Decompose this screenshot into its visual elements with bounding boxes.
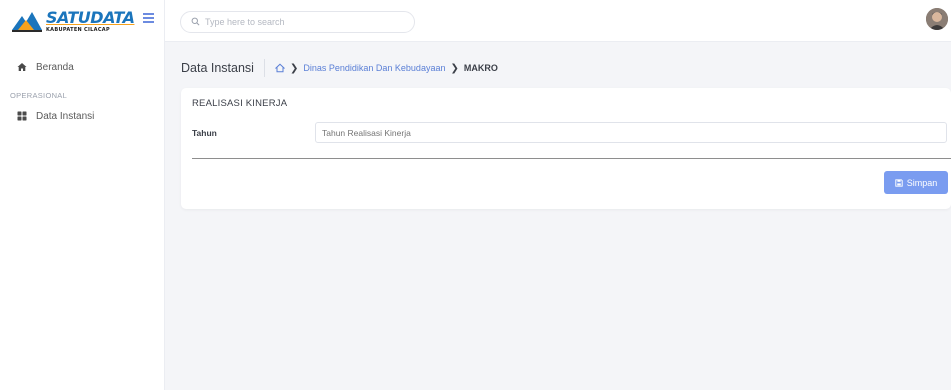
tahun-input[interactable]	[315, 122, 947, 143]
sidebar: SATUDATA KABUPATEN CILACAP Beranda OPERA…	[0, 0, 165, 390]
logo-main-text: SATUDATA	[46, 7, 135, 27]
breadcrumb-divider	[263, 59, 265, 77]
save-button[interactable]: Simpan	[884, 171, 948, 194]
avatar[interactable]	[926, 8, 948, 30]
sidebar-item-label: Data Instansi	[36, 110, 95, 122]
search-input[interactable]	[205, 17, 405, 27]
tahun-label: Tahun	[192, 128, 217, 138]
search-icon	[191, 13, 200, 31]
sidebar-section-label: OPERASIONAL	[10, 91, 68, 100]
sidebar-item-data-instansi[interactable]: Data Instansi	[0, 106, 164, 126]
page-title: Data Instansi	[181, 61, 254, 75]
breadcrumb-current: MAKRO	[463, 63, 498, 73]
sidebar-item-label: Beranda	[36, 61, 74, 73]
divider	[192, 158, 951, 159]
breadcrumb: Data Instansi ❯ Dinas Pendidikan Dan Keb…	[181, 58, 498, 78]
breadcrumb-home-icon[interactable]	[274, 63, 285, 73]
save-button-label: Simpan	[906, 177, 938, 188]
breadcrumb-link[interactable]: Dinas Pendidikan Dan Kebudayaan	[303, 63, 445, 73]
card-title: REALISASI KINERJA	[192, 98, 288, 109]
sidebar-item-beranda[interactable]: Beranda	[0, 57, 164, 77]
chevron-right-icon: ❯	[450, 62, 459, 74]
chevron-right-icon: ❯	[289, 62, 299, 74]
menu-toggle-icon[interactable]	[143, 13, 154, 24]
topbar	[165, 0, 951, 42]
grid-icon	[16, 111, 27, 122]
search-box[interactable]	[180, 11, 415, 33]
realisasi-kinerja-card: REALISASI KINERJA Tahun Simpan	[181, 88, 951, 209]
save-icon	[895, 178, 903, 187]
home-icon	[16, 62, 27, 73]
logo-sub-text: KABUPATEN CILACAP	[46, 26, 110, 33]
logo[interactable]: SATUDATA KABUPATEN CILACAP	[10, 7, 135, 34]
logo-mark-icon	[12, 12, 42, 32]
brand: SATUDATA KABUPATEN CILACAP	[0, 0, 164, 42]
